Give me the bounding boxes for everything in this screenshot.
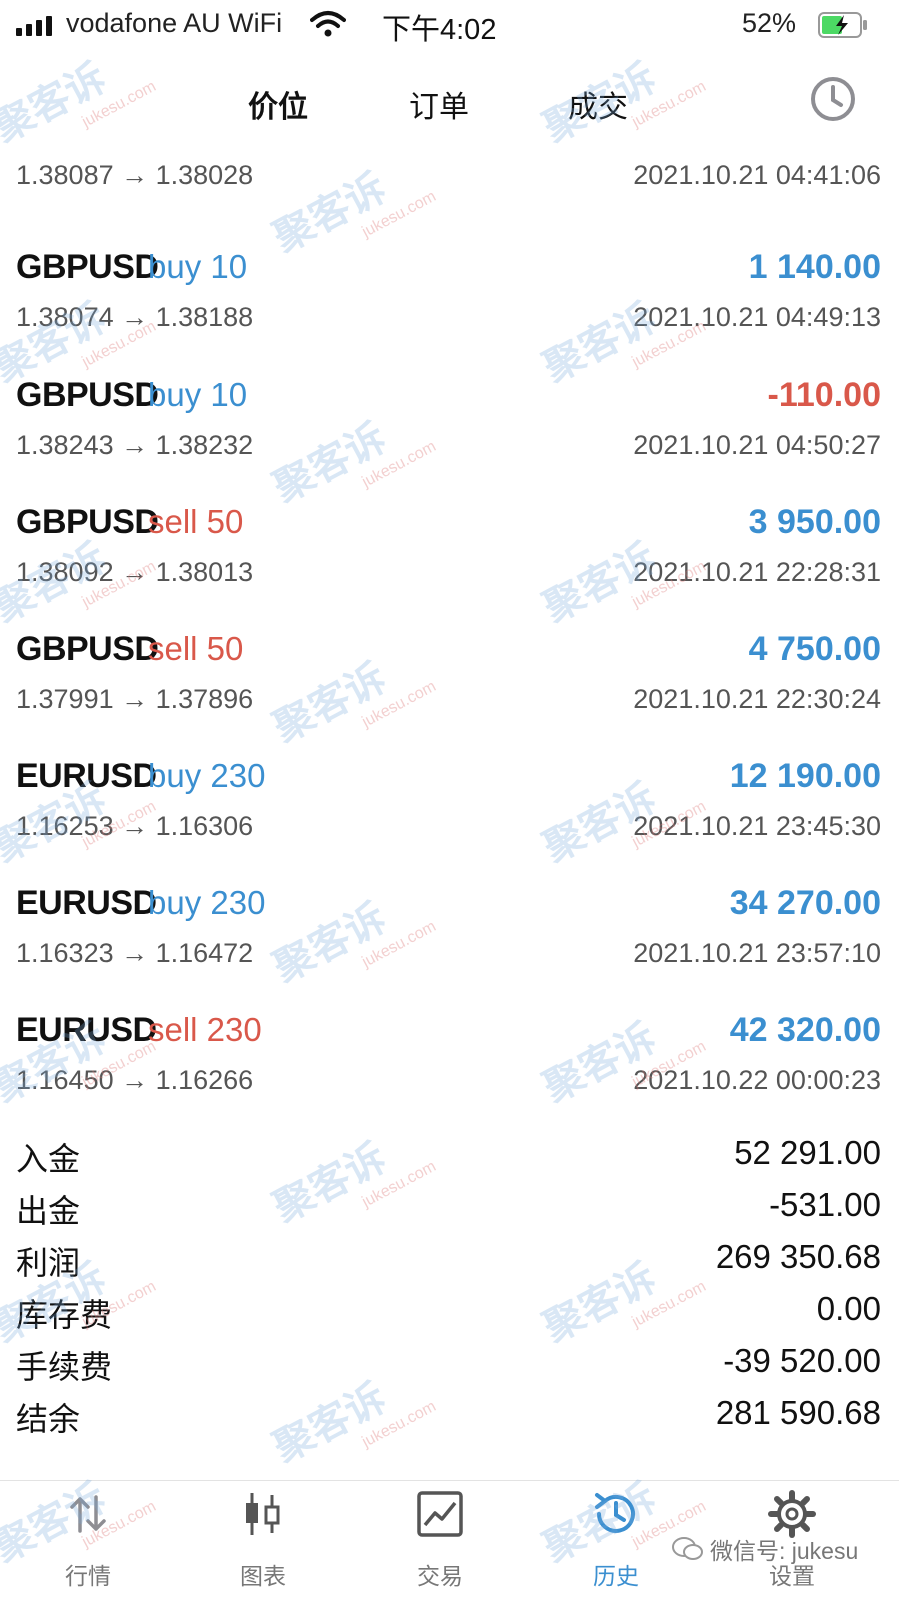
summary-value: -39 520.00 — [723, 1342, 881, 1379]
deal-side: buy 230 — [148, 757, 266, 794]
deal-symbol: EURUSD — [16, 1011, 157, 1049]
summary-row-deposit: 入金 52 291.00 — [0, 1130, 899, 1182]
deal-row-partial[interactable]: 1.38087 → 1.38028 2021.10.21 04:41:06 — [0, 130, 899, 202]
deal-prices: 1.38087 → 1.38028 — [16, 160, 254, 190]
trade-chart-icon — [417, 1491, 463, 1537]
deal-symbol: EURUSD — [16, 884, 157, 922]
deal-symbol: GBPUSD — [16, 248, 159, 286]
status-time: 下午4:02 — [382, 14, 497, 46]
nav-label: 行情 — [65, 1563, 111, 1589]
clock-icon[interactable] — [808, 74, 858, 124]
tab-deals[interactable]: 成交 — [568, 82, 628, 126]
deal-prices: 1.16450 → 1.16266 — [16, 1065, 254, 1095]
nav-charts[interactable]: 图表 — [203, 1481, 323, 1600]
deal-row[interactable]: EURUSD buy 230 12 190.00 1.16253 → 1.163… — [0, 757, 899, 885]
nav-quotes[interactable]: 行情 — [28, 1481, 148, 1600]
summary-row-swap: 库存费 0.00 — [0, 1286, 899, 1338]
deal-symbol: EURUSD — [16, 757, 157, 795]
summary-row-profit: 利润 269 350.68 — [0, 1234, 899, 1286]
deal-profit: -110.00 — [767, 376, 881, 414]
deal-row[interactable]: EURUSD buy 230 34 270.00 1.16323 → 1.164… — [0, 884, 899, 1012]
header-tabs: 价位 订单 成交 — [0, 62, 899, 132]
nav-label: 历史 — [593, 1563, 639, 1589]
summary-value: 0.00 — [816, 1290, 881, 1327]
candlestick-icon — [246, 1493, 280, 1535]
deal-time: 2021.10.21 22:28:31 — [633, 557, 881, 587]
nav-history[interactable]: 历史 — [556, 1481, 676, 1600]
deal-side: buy 230 — [148, 884, 266, 921]
summary-row-commission: 手续费 -39 520.00 — [0, 1338, 899, 1390]
deal-row[interactable]: GBPUSD sell 50 4 750.00 1.37991 → 1.3789… — [0, 630, 899, 758]
carrier-name: vodafone AU WiFi — [66, 8, 283, 38]
tab-price[interactable]: 价位 — [248, 82, 308, 126]
summary-value: 52 291.00 — [734, 1134, 881, 1171]
deal-time: 2021.10.22 00:00:23 — [633, 1065, 881, 1095]
cellular-signal-icon — [16, 16, 52, 36]
deal-prices: 1.38074 → 1.38188 — [16, 302, 254, 332]
updown-arrows-icon — [70, 1495, 106, 1533]
deal-prices: 1.38243 → 1.38232 — [16, 430, 254, 460]
deal-time: 2021.10.21 23:45:30 — [633, 811, 881, 841]
deal-profit: 1 140.00 — [748, 248, 881, 286]
deal-side: sell 50 — [148, 630, 244, 667]
wifi-icon — [310, 11, 346, 37]
summary-row-withdrawal: 出金 -531.00 — [0, 1182, 899, 1234]
summary-label: 入金 — [16, 1141, 81, 1177]
battery-percent: 52% — [742, 8, 797, 38]
deal-profit: 3 950.00 — [748, 503, 881, 541]
summary-label: 库存费 — [16, 1297, 113, 1333]
deal-prices: 1.37991 → 1.37896 — [16, 684, 254, 714]
deal-row[interactable]: GBPUSD sell 50 3 950.00 1.38092 → 1.3801… — [0, 503, 899, 631]
summary-label: 利润 — [16, 1245, 81, 1281]
deal-time: 2021.10.21 04:41:06 — [633, 160, 881, 190]
summary-value: 269 350.68 — [715, 1238, 881, 1275]
battery-charging-icon — [818, 12, 867, 38]
deal-profit: 4 750.00 — [748, 630, 881, 668]
nav-label: 交易 — [417, 1563, 463, 1589]
summary-label: 结余 — [16, 1401, 81, 1437]
deal-side: sell 230 — [148, 1011, 262, 1048]
deal-row[interactable]: GBPUSD buy 10 -110.00 1.38243 → 1.38232 … — [0, 376, 899, 504]
summary-row-balance: 结余 281 590.68 — [0, 1390, 899, 1442]
deal-time: 2021.10.21 23:57:10 — [633, 938, 881, 968]
deal-row[interactable]: GBPUSD buy 10 1 140.00 1.38074 → 1.38188… — [0, 248, 899, 376]
wechat-watermark: 微信号: jukesu — [672, 1532, 858, 1566]
wechat-id: 微信号: jukesu — [710, 1538, 859, 1564]
deal-profit: 42 320.00 — [729, 1011, 881, 1049]
deal-side: sell 50 — [148, 503, 244, 540]
summary-value: 281 590.68 — [715, 1394, 881, 1431]
tab-orders[interactable]: 订单 — [409, 82, 469, 126]
nav-trade[interactable]: 交易 — [380, 1481, 500, 1600]
deal-time: 2021.10.21 04:50:27 — [633, 430, 881, 460]
deal-time: 2021.10.21 04:49:13 — [633, 302, 881, 332]
deal-prices: 1.38092 → 1.38013 — [16, 557, 254, 587]
deal-list[interactable]: 1.38087 → 1.38028 2021.10.21 04:41:06 GB… — [0, 130, 899, 1110]
wechat-icon — [672, 1537, 703, 1560]
deal-profit: 34 270.00 — [729, 884, 881, 922]
deal-prices: 1.16253 → 1.16306 — [16, 811, 254, 841]
deal-row[interactable]: EURUSD sell 230 42 320.00 1.16450 → 1.16… — [0, 1011, 899, 1110]
deal-side: buy 10 — [148, 248, 248, 285]
deal-profit: 12 190.00 — [729, 757, 881, 795]
deal-symbol: GBPUSD — [16, 503, 159, 541]
deal-symbol: GBPUSD — [16, 376, 159, 414]
deal-time: 2021.10.21 22:30:24 — [633, 684, 881, 714]
nav-label: 图表 — [240, 1563, 286, 1589]
deal-side: buy 10 — [148, 376, 248, 413]
deal-symbol: GBPUSD — [16, 630, 159, 668]
deal-prices: 1.16323 → 1.16472 — [16, 938, 254, 968]
summary-label: 出金 — [16, 1193, 81, 1229]
history-clock-icon — [595, 1493, 635, 1533]
summary-value: -531.00 — [769, 1186, 881, 1223]
summary-label: 手续费 — [16, 1349, 113, 1385]
account-summary: 入金 52 291.00 出金 -531.00 利润 269 350.68 库存… — [0, 1130, 899, 1442]
status-bar: vodafone AU WiFi 下午4:02 52% — [0, 0, 899, 50]
